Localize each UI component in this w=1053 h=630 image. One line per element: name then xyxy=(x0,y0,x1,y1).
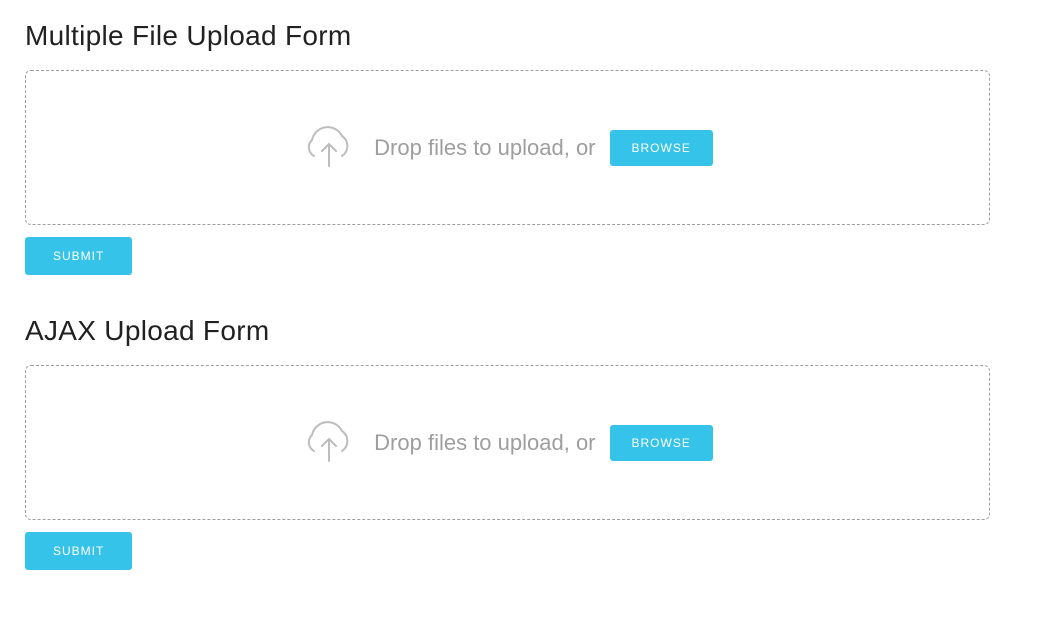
form-title: Multiple File Upload Form xyxy=(25,20,1028,52)
drop-text: Drop files to upload, or xyxy=(374,430,595,456)
drop-row: Drop files to upload, or BROWSE xyxy=(374,130,713,166)
multiple-file-upload-form: Multiple File Upload Form Drop files to … xyxy=(25,20,1028,275)
form-title: AJAX Upload Form xyxy=(25,315,1028,347)
cloud-upload-icon xyxy=(302,126,356,170)
drop-text: Drop files to upload, or xyxy=(374,135,595,161)
drop-row: Drop files to upload, or BROWSE xyxy=(374,425,713,461)
submit-button[interactable]: SUBMIT xyxy=(25,532,132,570)
submit-button[interactable]: SUBMIT xyxy=(25,237,132,275)
dropzone[interactable]: Drop files to upload, or BROWSE xyxy=(25,70,990,225)
cloud-upload-icon xyxy=(302,421,356,465)
browse-button[interactable]: BROWSE xyxy=(610,130,713,166)
browse-button[interactable]: BROWSE xyxy=(610,425,713,461)
ajax-upload-form: AJAX Upload Form Drop files to upload, o… xyxy=(25,315,1028,570)
dropzone[interactable]: Drop files to upload, or BROWSE xyxy=(25,365,990,520)
